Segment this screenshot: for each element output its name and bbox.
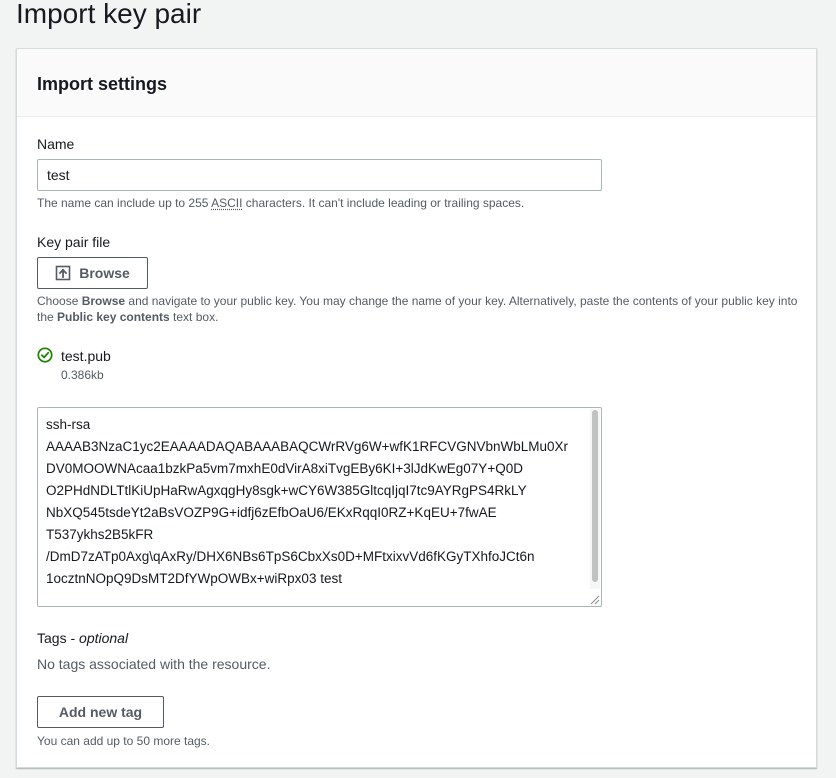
name-input[interactable] — [37, 159, 602, 191]
section-title: Import settings — [37, 74, 168, 94]
help-prefix: Choose — [37, 294, 82, 308]
name-hint-prefix: The name can include up to 255 — [37, 196, 212, 210]
upload-icon — [55, 265, 71, 281]
help-suffix: text box. — [169, 310, 219, 324]
ascii-abbr: ASCII — [211, 196, 243, 210]
name-hint: The name can include up to 255 ASCII cha… — [37, 195, 797, 211]
help-browse: Browse — [81, 294, 126, 308]
import-settings-container: Import settings Name The name can includ… — [16, 48, 817, 768]
tags-label: Tags - optional — [37, 630, 129, 646]
key-file-help: Choose Browse and navigate to your publi… — [37, 293, 802, 325]
scrollbar-thumb[interactable] — [592, 410, 598, 582]
resize-grip-icon[interactable] — [588, 593, 600, 605]
tags-label-text: Tags — [37, 630, 67, 646]
public-key-contents-textarea[interactable]: ssh-rsa AAAAB3NzaC1yc2EAAAADAQABAAABAQCW… — [38, 408, 591, 606]
browse-button[interactable]: Browse — [37, 257, 148, 289]
container-header: Import settings — [17, 49, 816, 117]
browse-label: Browse — [79, 265, 130, 281]
file-name: test.pub — [61, 348, 111, 364]
help-public-key: Public key contents — [57, 310, 170, 324]
add-new-tag-label: Add new tag — [58, 704, 143, 720]
add-new-tag-button[interactable]: Add new tag — [37, 696, 164, 728]
file-size: 0.386kb — [61, 368, 104, 382]
key-pair-file-label: Key pair file — [37, 234, 111, 250]
name-hint-suffix: characters. It can't include leading or … — [242, 196, 525, 210]
no-tags-text: No tags associated with the resource. — [37, 656, 271, 672]
success-check-icon — [37, 347, 53, 363]
tags-optional: optional — [79, 630, 129, 646]
name-label: Name — [37, 136, 75, 152]
page-title: Import key pair — [16, 0, 202, 29]
tag-limit-text: You can add up to 50 more tags. — [37, 734, 211, 748]
public-key-contents-wrap: ssh-rsa AAAAB3NzaC1yc2EAAAADAQABAAABAQCW… — [37, 407, 602, 607]
